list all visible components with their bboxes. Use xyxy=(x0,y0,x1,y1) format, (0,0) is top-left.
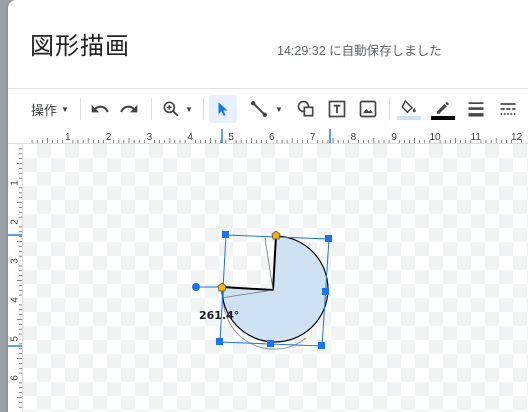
selected-pie-shape-layer xyxy=(192,230,332,350)
resize-handle[interactable] xyxy=(222,231,229,238)
resize-handle[interactable] xyxy=(318,342,325,349)
rotation-handle[interactable] xyxy=(192,283,200,291)
adjust-handle-start[interactable] xyxy=(271,230,281,240)
angle-label: 261.4° xyxy=(199,309,240,322)
pie-shape[interactable] xyxy=(220,235,329,350)
resize-handle[interactable] xyxy=(267,340,274,347)
resize-handle[interactable] xyxy=(325,235,332,242)
resize-handle[interactable] xyxy=(216,338,223,345)
resize-handle[interactable] xyxy=(322,288,329,295)
drawing-dialog: 図形描画 14:29:32 に自動保存しました 操作 ▼ ▼ ▼ 1 2 3 4… xyxy=(8,0,528,412)
adjust-handle-end[interactable] xyxy=(217,282,227,292)
